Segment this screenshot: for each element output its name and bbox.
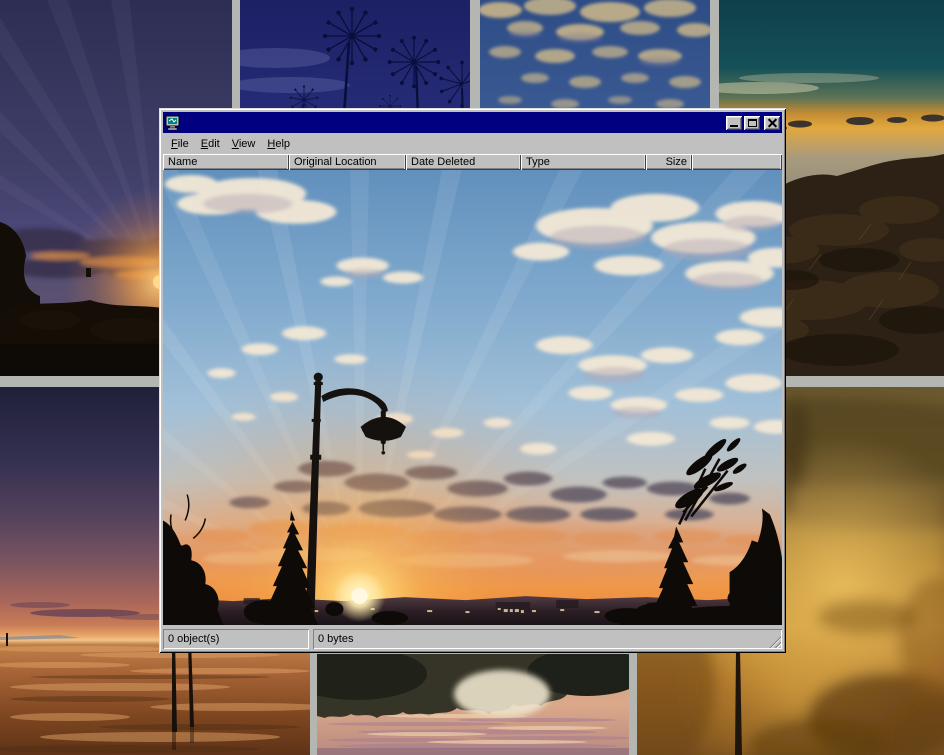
- close-icon: [768, 118, 777, 127]
- window-titlebar[interactable]: [163, 112, 782, 133]
- recycle-bin-window: FileEditViewHelp NameOriginal LocationDa…: [159, 108, 786, 653]
- column-header-original-location[interactable]: Original Location: [289, 154, 406, 170]
- menu-edit[interactable]: Edit: [195, 136, 226, 152]
- water-reflection-image: [317, 654, 629, 755]
- computer-monitor-icon: [165, 115, 181, 131]
- menu-file[interactable]: File: [165, 136, 195, 152]
- thumbnail-water-reflection: [317, 654, 629, 755]
- list-view-sunset-photo[interactable]: [163, 170, 782, 625]
- column-header-name[interactable]: Name: [163, 154, 289, 170]
- desktop-background: FileEditViewHelp NameOriginal LocationDa…: [0, 0, 944, 755]
- menu-help[interactable]: Help: [261, 136, 296, 152]
- sunset-lamp-image: [163, 170, 782, 625]
- column-header-blank[interactable]: [692, 154, 782, 170]
- column-header-type[interactable]: Type: [521, 154, 646, 170]
- column-headers: NameOriginal LocationDate DeletedTypeSiz…: [163, 154, 782, 170]
- column-header-date-deleted[interactable]: Date Deleted: [406, 154, 521, 170]
- menu-bar: FileEditViewHelp: [163, 133, 782, 154]
- resize-grip[interactable]: [768, 635, 781, 648]
- status-total-size: 0 bytes: [313, 629, 782, 649]
- close-button[interactable]: [764, 116, 780, 130]
- maximize-icon: [748, 119, 757, 127]
- column-header-size[interactable]: Size: [646, 154, 692, 170]
- status-total-size-label: 0 bytes: [318, 633, 353, 645]
- status-object-count: 0 object(s): [163, 629, 309, 649]
- minimize-button[interactable]: [726, 116, 742, 130]
- minimize-icon: [730, 125, 738, 127]
- window-controls: [726, 116, 780, 130]
- menu-view[interactable]: View: [226, 136, 262, 152]
- status-bar: 0 object(s) 0 bytes: [163, 629, 782, 649]
- maximize-button[interactable]: [744, 116, 760, 130]
